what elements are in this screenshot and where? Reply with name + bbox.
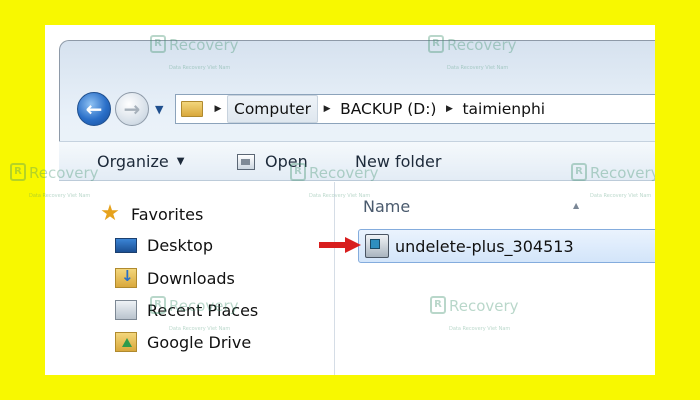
sidebar-item-downloads[interactable]: Downloads xyxy=(115,267,235,288)
star-icon: ★ xyxy=(100,201,120,226)
recovery-watermark: R Recovery Data Recovery Viet Nam xyxy=(430,296,519,334)
back-button[interactable]: ← xyxy=(77,92,111,126)
chevron-right-icon[interactable]: ▶ xyxy=(440,95,458,123)
recovery-logo-icon: R xyxy=(430,296,446,314)
recovery-watermark: R Recovery Data Recovery Viet Nam xyxy=(428,35,517,73)
sidebar-item-google-drive[interactable]: Google Drive xyxy=(115,332,251,352)
recovery-logo-icon: R xyxy=(150,35,166,53)
explorer-screenshot: ← → ▼ ▶ Computer ▶ BACKUP (D:) ▶ taimien… xyxy=(45,25,655,375)
breadcrumb-computer[interactable]: Computer xyxy=(227,95,319,123)
recovery-logo-icon: R xyxy=(428,35,444,53)
sidebar-item-desktop[interactable]: Desktop xyxy=(115,236,213,255)
file-list-pane: Name ▲ undelete-plus_304513 xyxy=(336,182,655,375)
forward-arrow-icon: → xyxy=(123,97,141,121)
organize-button[interactable]: Organize ▼ xyxy=(97,152,184,171)
sidebar-item-label: Google Drive xyxy=(147,332,252,352)
recent-places-icon xyxy=(115,300,137,320)
sidebar-item-label: Downloads xyxy=(147,268,235,288)
recovery-watermark: R Recovery Data Recovery Viet Nam xyxy=(150,296,239,334)
google-drive-folder-icon xyxy=(115,332,137,352)
recent-pages-dropdown-icon[interactable]: ▼ xyxy=(155,103,163,116)
breadcrumb-taimienphi[interactable]: taimienphi xyxy=(458,100,549,118)
file-row-selected[interactable]: undelete-plus_304513 xyxy=(358,229,655,263)
file-name: undelete-plus_304513 xyxy=(395,236,574,256)
yellow-border-frame: ← → ▼ ▶ Computer ▶ BACKUP (D:) ▶ taimien… xyxy=(0,0,700,400)
downloads-folder-icon xyxy=(115,267,137,288)
chevron-right-icon[interactable]: ▶ xyxy=(209,95,227,123)
desktop-icon xyxy=(115,238,137,253)
navigation-pane: ★ Favorites Desktop Downloads Recent Pla… xyxy=(59,182,335,375)
sort-ascending-icon: ▲ xyxy=(573,201,580,210)
breadcrumb-backup-drive[interactable]: BACKUP (D:) xyxy=(336,100,440,118)
sidebar-item-label: Favorites xyxy=(131,204,204,224)
organize-label: Organize xyxy=(97,152,169,171)
sidebar-item-favorites[interactable]: ★ Favorites xyxy=(99,201,204,226)
installer-icon xyxy=(365,234,389,258)
recovery-watermark: R Recovery Data Recovery Viet Nam xyxy=(290,163,379,201)
open-icon xyxy=(237,153,255,170)
address-bar[interactable]: ▶ Computer ▶ BACKUP (D:) ▶ taimienphi xyxy=(175,94,655,124)
forward-button[interactable]: → xyxy=(115,92,149,126)
folder-icon xyxy=(181,101,203,117)
chevron-right-icon[interactable]: ▶ xyxy=(318,95,336,123)
recovery-logo-icon: R xyxy=(571,163,587,181)
chevron-down-icon: ▼ xyxy=(176,156,185,167)
sidebar-item-label: Desktop xyxy=(147,236,213,255)
red-pointer-arrow xyxy=(319,237,361,253)
recovery-watermark: R Recovery Data Recovery Viet Nam xyxy=(571,163,655,201)
recovery-logo-icon: R xyxy=(10,163,26,181)
recovery-logo-icon: R xyxy=(150,296,166,314)
navigation-row: ← → ▼ ▶ Computer ▶ BACKUP (D:) ▶ taimien… xyxy=(77,89,655,127)
back-arrow-icon: ← xyxy=(85,97,103,121)
breadcrumb: ▶ Computer ▶ BACKUP (D:) ▶ taimienphi xyxy=(209,95,549,123)
recovery-watermark: R Recovery Data Recovery Viet Nam xyxy=(10,163,99,201)
recovery-logo-icon: R xyxy=(290,163,306,181)
recovery-watermark: R Recovery Data Recovery Viet Nam xyxy=(150,35,239,73)
